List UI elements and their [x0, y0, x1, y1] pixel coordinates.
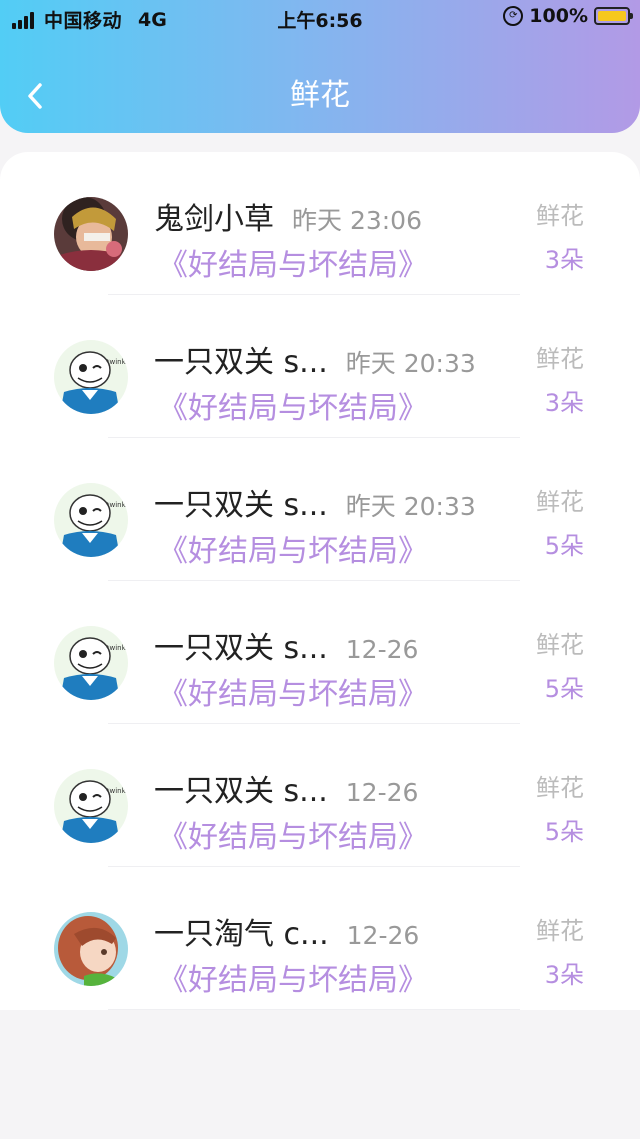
status-right: ⟳ 100% — [503, 5, 633, 27]
avatar[interactable]: *wink — [54, 769, 128, 843]
book-title-link[interactable]: 《好结局与坏结局》 — [158, 526, 428, 570]
flower-record-row[interactable]: *wink 一只双关 s... 12-26 《好结局与坏结局》 鲜花 5朵 — [0, 724, 640, 867]
gift-count: 5朵 — [544, 675, 584, 703]
battery-percent: 100% — [529, 5, 588, 27]
avatar[interactable]: *wink — [54, 626, 128, 700]
avatar[interactable] — [54, 197, 128, 271]
gift-count: 3朵 — [544, 246, 584, 274]
book-title-link[interactable]: 《好结局与坏结局》 — [158, 240, 428, 284]
user-name[interactable]: 一只双关 s... — [154, 623, 328, 667]
name-line: 一只双关 s... 昨天 20:33 — [154, 337, 476, 381]
gift-type-label: 鲜花 — [536, 631, 584, 659]
avatar[interactable] — [54, 912, 128, 986]
timestamp: 昨天 20:33 — [345, 492, 476, 521]
row-divider — [108, 1009, 520, 1010]
avatar[interactable]: *wink — [54, 340, 128, 414]
book-title-link[interactable]: 《好结局与坏结局》 — [158, 812, 428, 856]
flower-record-list: 鬼剑小草 昨天 23:06 《好结局与坏结局》 鲜花 3朵 *wink 一只双关 s... 昨… — [0, 152, 640, 1010]
name-line: 一只双关 s... 12-26 — [154, 766, 418, 810]
name-line: 鬼剑小草 昨天 23:06 — [154, 194, 422, 238]
name-line: 一只双关 s... 昨天 20:33 — [154, 480, 476, 524]
gift-count: 3朵 — [544, 961, 584, 989]
timestamp: 12-26 — [345, 778, 419, 807]
name-line: 一只淘气 c... 12-26 — [154, 909, 419, 953]
user-name[interactable]: 一只淘气 c... — [154, 909, 329, 953]
svg-text:*wink: *wink — [106, 501, 127, 509]
gift-count: 5朵 — [544, 532, 584, 560]
svg-text:*wink: *wink — [106, 787, 127, 795]
name-line: 一只双关 s... 12-26 — [154, 623, 418, 667]
timestamp: 12-26 — [346, 921, 420, 950]
user-name[interactable]: 一只双关 s... — [154, 766, 328, 810]
flower-record-row[interactable]: *wink 一只双关 s... 12-26 《好结局与坏结局》 鲜花 5朵 — [0, 581, 640, 724]
user-name[interactable]: 一只双关 s... — [154, 480, 328, 524]
user-name[interactable]: 一只双关 s... — [154, 337, 328, 381]
status-bar: 中国移动 4G 上午6:56 ⟳ 100% — [0, 0, 640, 36]
svg-text:*wink: *wink — [106, 358, 127, 366]
book-title-link[interactable]: 《好结局与坏结局》 — [158, 383, 428, 427]
gift-type-label: 鲜花 — [536, 345, 584, 373]
timestamp: 昨天 20:33 — [345, 349, 476, 378]
battery-icon — [594, 7, 633, 25]
book-title-link[interactable]: 《好结局与坏结局》 — [158, 955, 428, 999]
avatar[interactable]: *wink — [54, 483, 128, 557]
page-title: 鲜花 — [290, 78, 350, 113]
flower-record-row[interactable]: 一只淘气 c... 12-26 《好结局与坏结局》 鲜花 3朵 — [0, 867, 640, 1010]
gift-type-label: 鲜花 — [536, 488, 584, 516]
battery-fill — [598, 11, 626, 21]
gift-type-label: 鲜花 — [536, 774, 584, 802]
flower-record-row[interactable]: 鬼剑小草 昨天 23:06 《好结局与坏结局》 鲜花 3朵 — [0, 152, 640, 295]
gift-type-label: 鲜花 — [536, 202, 584, 230]
timestamp: 12-26 — [345, 635, 419, 664]
svg-text:*wink: *wink — [106, 644, 127, 652]
header-bar: 中国移动 4G 上午6:56 ⟳ 100% 鲜花 — [0, 0, 640, 133]
user-name[interactable]: 鬼剑小草 — [154, 194, 274, 238]
orientation-lock-icon: ⟳ — [503, 6, 524, 26]
gift-count: 5朵 — [544, 818, 584, 846]
gift-type-label: 鲜花 — [536, 917, 584, 945]
flower-record-row[interactable]: *wink 一只双关 s... 昨天 20:33 《好结局与坏结局》 鲜花 5朵 — [0, 438, 640, 581]
flower-record-row[interactable]: *wink 一只双关 s... 昨天 20:33 《好结局与坏结局》 鲜花 3朵 — [0, 295, 640, 438]
book-title-link[interactable]: 《好结局与坏结局》 — [158, 669, 428, 713]
gift-count: 3朵 — [544, 389, 584, 417]
timestamp: 昨天 23:06 — [292, 206, 422, 235]
